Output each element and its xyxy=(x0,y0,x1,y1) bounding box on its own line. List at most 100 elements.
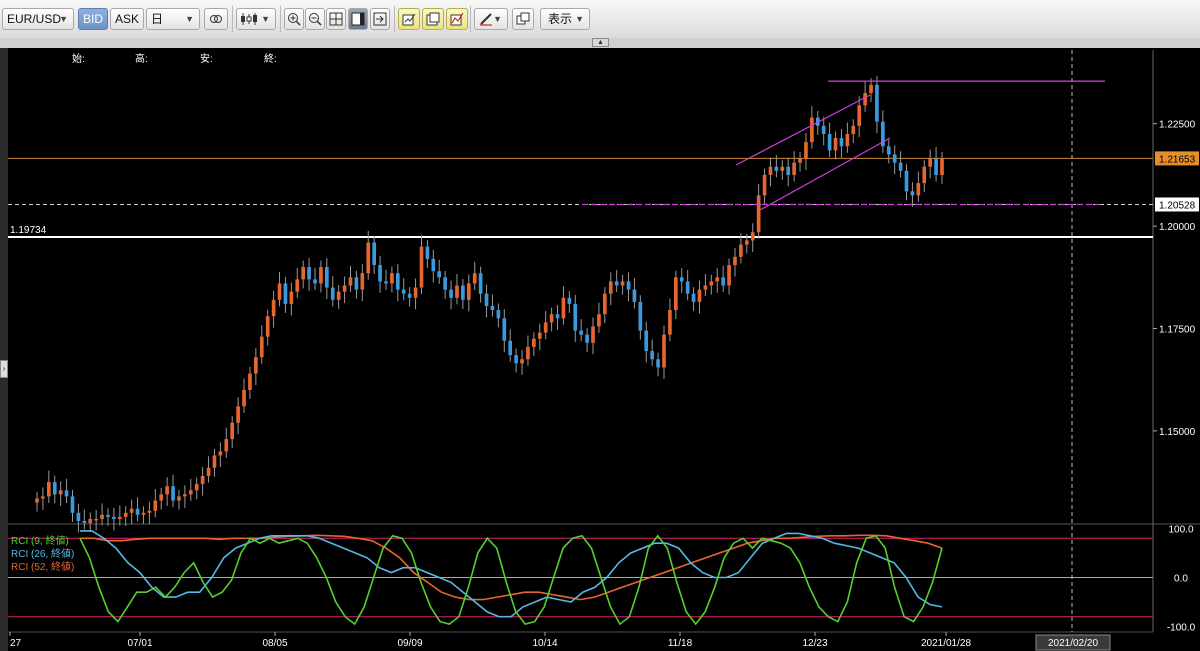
candle-body xyxy=(928,158,933,167)
chart-background xyxy=(0,48,1200,651)
candle-body xyxy=(549,314,554,323)
chart-area[interactable]: 1.19734 1.22500 1.20000 1.17500 1.15000 1.21… xyxy=(0,48,1200,651)
candle-body xyxy=(620,281,625,286)
candle-body xyxy=(561,297,566,319)
candle-body xyxy=(810,117,814,143)
candle-body xyxy=(461,285,465,300)
copy-chart-button[interactable] xyxy=(422,8,444,30)
candle-body xyxy=(82,521,87,524)
candle-body xyxy=(496,310,501,319)
price-tick-label: 1.17500 xyxy=(1159,325,1196,336)
candle-body xyxy=(845,133,850,147)
display-menu-button[interactable]: 表示 ▼ xyxy=(540,8,590,30)
window-button[interactable] xyxy=(512,8,534,30)
zoom-in-button[interactable] xyxy=(284,8,304,30)
new-order-button[interactable] xyxy=(398,8,420,30)
symbol-select[interactable]: EUR/USD ▼ xyxy=(2,8,74,30)
ask-button[interactable]: ASK xyxy=(110,8,144,30)
candle-body xyxy=(248,373,252,390)
open-label: 始: xyxy=(72,52,85,65)
candle-body xyxy=(449,289,453,298)
link-icon xyxy=(210,15,222,23)
candle-body xyxy=(437,271,442,278)
candle-body xyxy=(289,291,294,304)
candle-body xyxy=(277,283,282,300)
candle-body xyxy=(608,281,613,294)
draw-tool-select[interactable]: ▼ xyxy=(474,8,508,30)
candle-body xyxy=(875,84,879,122)
candlestick-icon xyxy=(241,13,257,25)
price-tick-label: 1.20000 xyxy=(1159,222,1196,233)
collapse-toolbar-button[interactable]: ▲ xyxy=(592,38,609,47)
candle-body xyxy=(177,496,181,501)
scroll-end-button[interactable] xyxy=(348,8,368,30)
candle-body xyxy=(384,281,388,284)
level-2-label: 1.19734 xyxy=(10,225,47,236)
zoom-out-button[interactable] xyxy=(305,8,325,30)
timeframe-select[interactable]: 日 ▼ xyxy=(146,8,200,30)
zoom-out-icon xyxy=(309,13,322,26)
candle-body xyxy=(70,496,75,513)
candle-body xyxy=(709,281,714,286)
candle-body xyxy=(301,267,306,280)
link-chart-button[interactable] xyxy=(204,8,228,30)
symbol-select-label: EUR/USD xyxy=(7,12,62,26)
candle-body xyxy=(768,166,773,175)
candle-body xyxy=(206,467,211,476)
candle-body xyxy=(183,494,187,497)
toolbar: EUR/USD ▼ BID ASK 日 ▼ ▼ ▼ 表示 ▼ xyxy=(0,0,1200,39)
x-tick-label: 2021/01/28 xyxy=(921,638,971,649)
toolbar-divider xyxy=(394,6,395,32)
candle-body xyxy=(283,283,288,304)
candle-body xyxy=(313,279,317,284)
candle-body xyxy=(691,293,696,302)
x-tick-label: 11/18 xyxy=(668,638,693,649)
arrow-right-icon xyxy=(373,12,387,26)
candle-body xyxy=(76,512,81,521)
candle-body xyxy=(532,338,536,347)
candle-body xyxy=(910,191,915,196)
candle-body xyxy=(520,359,524,364)
candle-body xyxy=(41,496,45,499)
candle-body xyxy=(685,281,690,294)
candle-body xyxy=(443,277,447,290)
candle-body xyxy=(490,305,495,311)
legend-rci9: RCI (9, 終値) xyxy=(11,534,69,547)
candle-body xyxy=(886,146,891,155)
future-date-label: 2021/02/20 xyxy=(1048,638,1098,649)
candle-body xyxy=(218,451,223,456)
candle-body xyxy=(780,166,785,171)
rci-tick-label: 100.0 xyxy=(1168,524,1193,535)
current-price-value: 1.21653 xyxy=(1159,154,1196,165)
chevron-down-icon: ▼ xyxy=(261,14,270,24)
x-tick-label: 10/14 xyxy=(532,638,557,649)
rci-tick-label: -100.0 xyxy=(1167,623,1196,634)
candle-body xyxy=(774,166,779,171)
bid-button[interactable]: BID xyxy=(78,8,108,30)
indicator-button[interactable] xyxy=(446,8,468,30)
candle-body xyxy=(662,334,666,368)
candle-body xyxy=(224,439,229,452)
chart-type-select[interactable]: ▼ xyxy=(236,8,276,30)
fit-button[interactable] xyxy=(326,8,346,30)
candle-body xyxy=(940,158,944,175)
candle-body xyxy=(502,318,507,341)
rci-legend: RCI (9, 終値) RCI (26, 終値) RCI (52, 終値) xyxy=(11,534,74,573)
candle-body xyxy=(378,265,382,282)
candle-body xyxy=(632,289,637,302)
candle-body xyxy=(478,273,483,294)
jump-end-button[interactable] xyxy=(370,8,390,30)
candle-body xyxy=(597,314,601,327)
candle-body xyxy=(591,326,595,343)
candle-body xyxy=(650,351,654,360)
rci-tick-label: 0.0 xyxy=(1174,574,1188,585)
chart-line-icon xyxy=(450,12,464,26)
candle-body xyxy=(739,244,743,257)
candle-body xyxy=(88,518,93,524)
side-panel-handle[interactable]: › xyxy=(0,360,8,378)
grid-icon xyxy=(329,12,343,26)
candle-body xyxy=(153,500,158,511)
candle-body xyxy=(786,166,791,175)
candle-body xyxy=(425,246,430,259)
x-tick-label: 12/23 xyxy=(802,638,827,649)
